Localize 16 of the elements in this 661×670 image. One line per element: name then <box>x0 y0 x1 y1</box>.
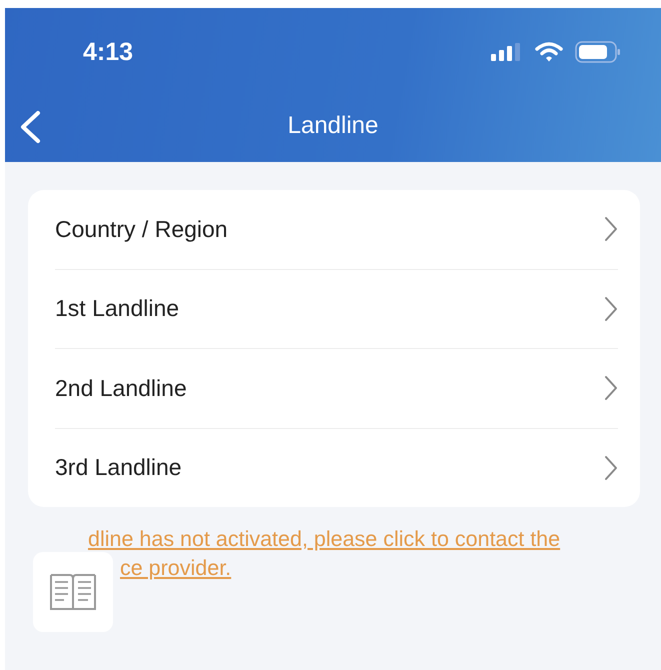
menu-item[interactable]: Country / Region <box>55 216 228 243</box>
book-icon <box>50 573 96 611</box>
chevron-icon <box>604 375 618 402</box>
guide-button[interactable] <box>33 552 113 632</box>
menu-item[interactable]: 2nd Landline <box>55 374 187 402</box>
wifi-icon <box>535 42 563 62</box>
signal-icon <box>491 43 523 61</box>
chevron-icon <box>604 216 618 242</box>
back-icon[interactable] <box>19 110 41 144</box>
chevron-icon <box>604 296 618 322</box>
chevron-icon <box>604 454 618 481</box>
menu-item[interactable]: 3rd Landline <box>55 454 182 482</box>
page-title: Landline <box>288 112 378 140</box>
menu-item[interactable]: 1st Landline <box>55 295 180 322</box>
battery-icon <box>575 41 621 63</box>
status-time: 4:13 <box>83 38 134 66</box>
